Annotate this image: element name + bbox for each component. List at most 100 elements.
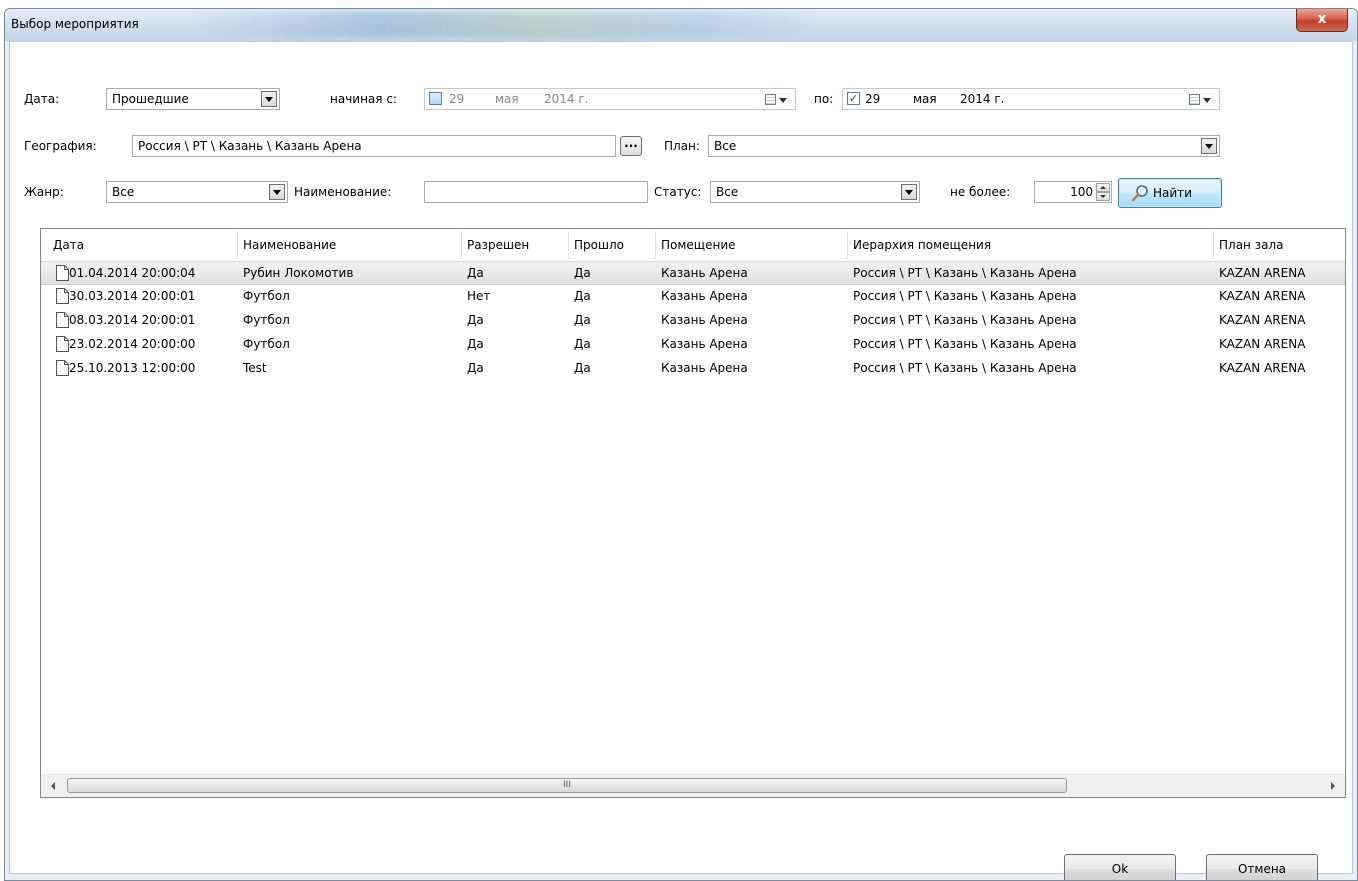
- cell-passed: Да: [574, 361, 591, 375]
- to-year[interactable]: 2014 г.: [960, 92, 1004, 106]
- cell-passed: Да: [574, 337, 591, 351]
- chevron-down-icon[interactable]: [901, 184, 917, 200]
- status-combo[interactable]: Все: [710, 181, 920, 203]
- to-date-picker[interactable]: ✓ 29 мая 2014 г.: [842, 88, 1220, 110]
- cell-hall-plan: KAZAN ARENA: [1219, 313, 1306, 327]
- title-bar[interactable]: Выбор мероприятия x: [5, 9, 1357, 41]
- date-mode-combo[interactable]: Прошедшие: [106, 88, 280, 110]
- to-month[interactable]: мая: [913, 92, 937, 106]
- column-header-allowed[interactable]: Разрешен: [467, 238, 529, 252]
- chevron-down-icon[interactable]: [269, 184, 285, 200]
- limit-value: 100: [1070, 185, 1093, 199]
- cell-passed: Да: [574, 266, 591, 280]
- status-label: Статус:: [654, 185, 702, 199]
- search-icon: [1131, 185, 1148, 202]
- cell-venue: Казань Арена: [661, 266, 748, 280]
- window-title: Выбор мероприятия: [11, 17, 139, 31]
- plan-value: Все: [714, 139, 737, 153]
- cell-venue: Казань Арена: [661, 337, 748, 351]
- find-button-label: Найти: [1153, 186, 1192, 200]
- genre-combo[interactable]: Все: [106, 181, 288, 203]
- limit-spinner[interactable]: 100: [1034, 181, 1112, 203]
- column-header-venue-hierarchy[interactable]: Иерархия помещения: [853, 238, 991, 252]
- cell-allowed: Нет: [467, 289, 491, 303]
- from-label: начиная с:: [330, 92, 397, 106]
- close-button[interactable]: x: [1296, 9, 1348, 32]
- cell-name: Футбол: [243, 289, 290, 303]
- name-input[interactable]: [424, 181, 648, 203]
- cell-venue-hierarchy: Россия \ РТ \ Казань \ Казань Арена: [853, 289, 1077, 303]
- ok-button[interactable]: Ok: [1064, 854, 1176, 880]
- cell-date: 23.02.2014 20:00:00: [69, 337, 196, 351]
- scroll-thumb[interactable]: III: [67, 778, 1067, 793]
- genre-value: Все: [112, 185, 135, 199]
- cancel-button[interactable]: Отмена: [1206, 854, 1318, 880]
- document-icon: [56, 265, 69, 281]
- date-mode-value: Прошедшие: [112, 92, 189, 106]
- scroll-right-icon[interactable]: [1331, 782, 1335, 790]
- geography-field[interactable]: Россия \ РТ \ Казань \ Казань Арена: [132, 135, 616, 157]
- browse-geography-button[interactable]: ...: [620, 136, 642, 156]
- status-value: Все: [716, 185, 739, 199]
- title-bar-background-blur: [185, 11, 825, 37]
- column-header-passed[interactable]: Прошло: [574, 238, 624, 252]
- column-header-name[interactable]: Наименование: [243, 238, 336, 252]
- spin-up-icon[interactable]: [1096, 183, 1110, 192]
- chevron-down-icon[interactable]: [261, 91, 277, 107]
- column-header-date[interactable]: Дата: [53, 238, 84, 252]
- from-year[interactable]: 2014 г.: [544, 92, 588, 106]
- from-date-checkbox[interactable]: [429, 92, 442, 105]
- from-month[interactable]: мая: [495, 92, 519, 106]
- cell-hall-plan: KAZAN ARENA: [1219, 266, 1306, 280]
- to-day[interactable]: 29: [865, 92, 880, 106]
- cell-passed: Да: [574, 289, 591, 303]
- document-icon: [56, 336, 69, 352]
- cell-venue-hierarchy: Россия \ РТ \ Казань \ Казань Арена: [853, 266, 1077, 280]
- cell-name: Футбол: [243, 313, 290, 327]
- calendar-dropdown-icon[interactable]: [765, 93, 789, 107]
- genre-label: Жанр:: [24, 185, 64, 199]
- name-label: Наименование:: [294, 185, 392, 199]
- cell-allowed: Да: [467, 313, 484, 327]
- geography-label: География:: [24, 139, 97, 153]
- cell-date: 30.03.2014 20:00:01: [69, 289, 196, 303]
- column-header-hall-plan[interactable]: План зала: [1219, 238, 1283, 252]
- cell-venue-hierarchy: Россия \ РТ \ Казань \ Казань Арена: [853, 313, 1077, 327]
- to-label: по:: [814, 92, 834, 106]
- cell-date: 25.10.2013 12:00:00: [69, 361, 196, 375]
- table-row[interactable]: 08.03.2014 20:00:01 Футбол Да Да Казань Арен…: [41, 309, 1345, 333]
- table-row[interactable]: 25.10.2013 12:00:00 Test Да Да Казань Арена Р…: [41, 357, 1345, 381]
- horizontal-scrollbar[interactable]: III: [41, 774, 1345, 797]
- cell-hall-plan: KAZAN ARENA: [1219, 289, 1306, 303]
- cell-venue: Казань Арена: [661, 289, 748, 303]
- chevron-down-icon[interactable]: [1201, 138, 1217, 154]
- document-icon: [56, 312, 69, 328]
- cell-hall-plan: KAZAN ARENA: [1219, 337, 1306, 351]
- from-day[interactable]: 29: [449, 92, 464, 106]
- document-icon: [56, 360, 69, 376]
- dialog-body: Дата: Прошедшие начиная с: 29 мая 2014 г…: [9, 41, 1353, 880]
- cell-hall-plan: KAZAN ARENA: [1219, 361, 1306, 375]
- table-row[interactable]: 01.04.2014 20:00:04 Рубин Локомотив Да Да Ка…: [41, 261, 1345, 285]
- find-button[interactable]: Найти: [1118, 178, 1222, 208]
- plan-combo[interactable]: Все: [708, 135, 1220, 157]
- cell-allowed: Да: [467, 337, 484, 351]
- table-row[interactable]: 23.02.2014 20:00:00 Футбол Да Да Казань Арен…: [41, 333, 1345, 357]
- plan-label: План:: [664, 139, 700, 153]
- to-date-checkbox[interactable]: ✓: [847, 92, 860, 105]
- cell-venue: Казань Арена: [661, 361, 748, 375]
- table-row[interactable]: 30.03.2014 20:00:01 Футбол Нет Да Казань Аре…: [41, 285, 1345, 309]
- cell-name: Рубин Локомотив: [243, 266, 354, 280]
- cell-venue-hierarchy: Россия \ РТ \ Казань \ Казань Арена: [853, 337, 1077, 351]
- spin-down-icon[interactable]: [1096, 192, 1110, 201]
- event-selection-dialog: Выбор мероприятия x Дата: Прошедшие начи…: [4, 8, 1358, 881]
- cell-date: 08.03.2014 20:00:01: [69, 313, 196, 327]
- cell-allowed: Да: [467, 266, 484, 280]
- scroll-left-icon[interactable]: [51, 782, 55, 790]
- column-header-venue[interactable]: Помещение: [661, 238, 736, 252]
- calendar-dropdown-icon[interactable]: [1189, 93, 1213, 107]
- events-grid[interactable]: Дата Наименование Разрешен Прошло Помеще…: [40, 228, 1346, 798]
- document-icon: [56, 288, 69, 304]
- from-date-picker[interactable]: 29 мая 2014 г.: [424, 88, 796, 110]
- cell-date: 01.04.2014 20:00:04: [69, 266, 196, 280]
